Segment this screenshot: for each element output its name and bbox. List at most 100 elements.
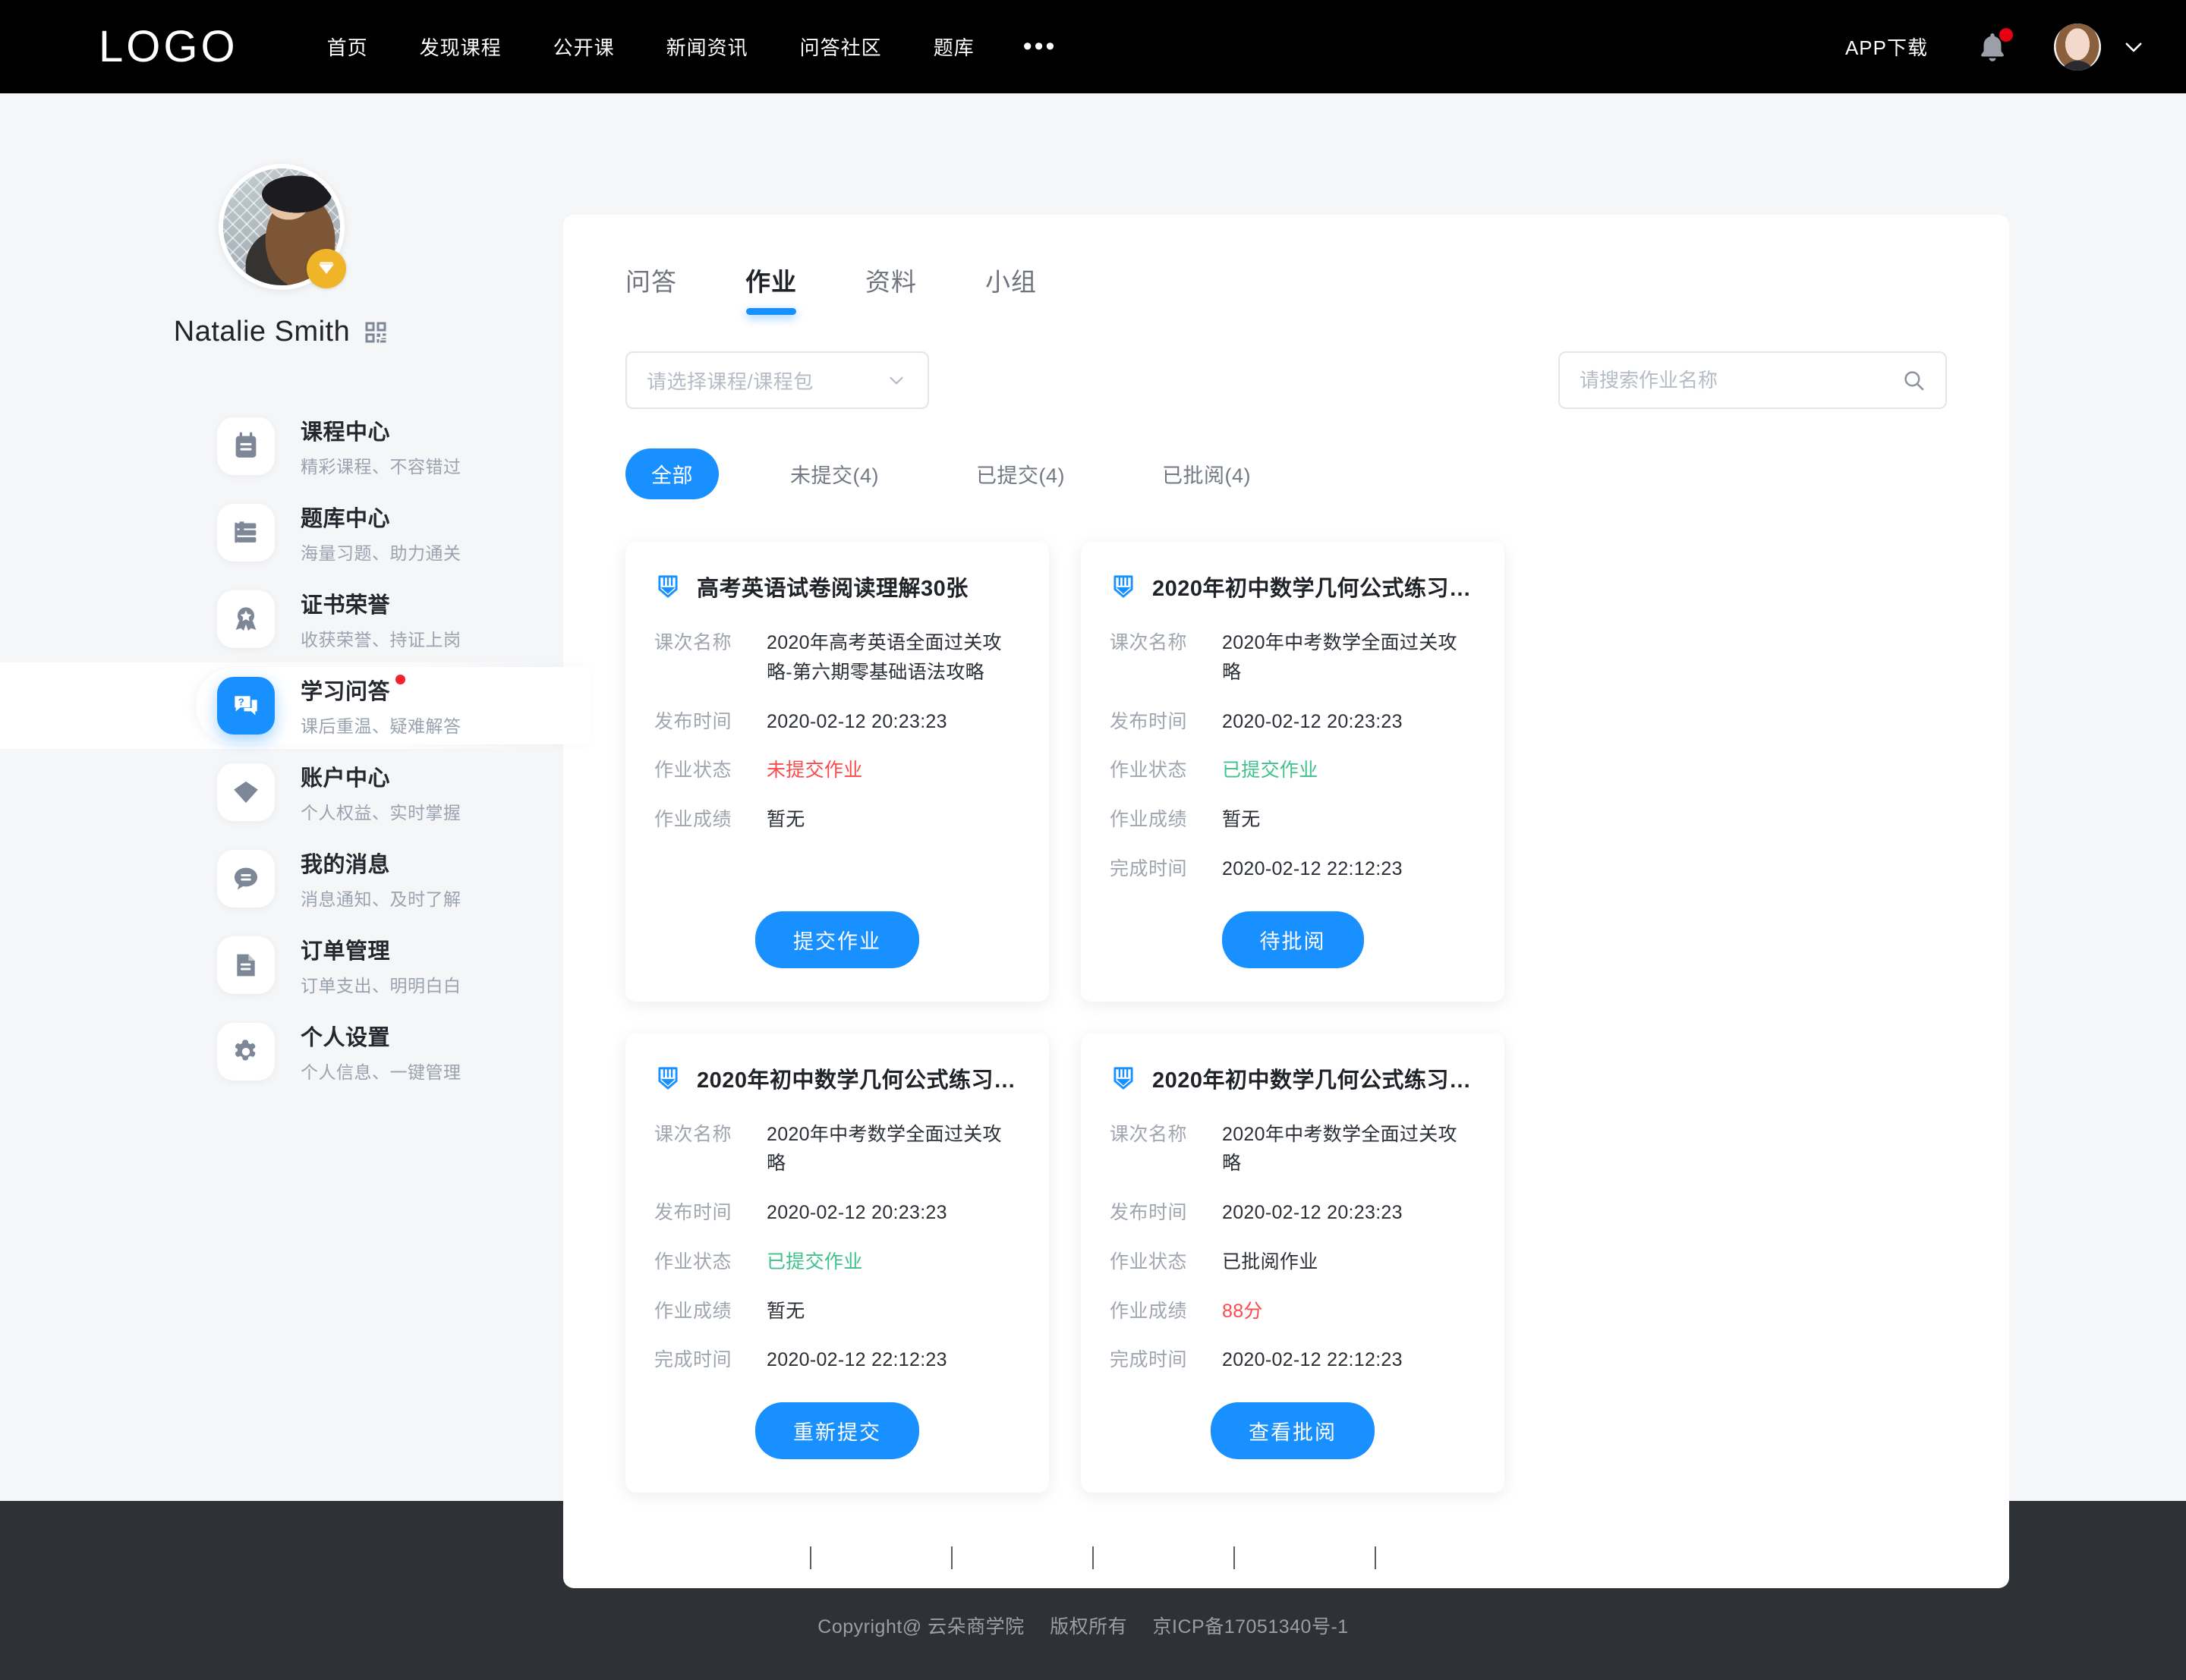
card-action-wrapper: 重新提交: [654, 1402, 1020, 1459]
svg-text:?: ?: [238, 696, 244, 707]
tab-groups[interactable]: 小组: [985, 262, 1037, 315]
nav-item-qa-community[interactable]: 问答社区: [774, 33, 908, 61]
sidebar-item-text: 学习问答 课后重温、疑难解答: [301, 674, 461, 738]
sidebar-item-certificates[interactable]: 证书荣誉 收获荣誉、持证上岗: [0, 576, 563, 662]
row-label: 完成时间: [1110, 857, 1188, 879]
top-navigation-bar: LOGO 首页 发现课程 公开课 新闻资讯 问答社区 题库 ••• APP下载: [0, 0, 2186, 93]
filter-pill-reviewed[interactable]: 已批阅(4): [1136, 448, 1277, 499]
sidebar-item-text: 课程中心 精彩课程、不容错过: [301, 414, 461, 478]
notifications-button[interactable]: [1975, 27, 2013, 64]
sidebar-item-title: 我的消息: [301, 853, 391, 877]
search-box[interactable]: [1558, 351, 1947, 409]
homework-card[interactable]: 高考英语试卷阅读理解30张 课次名称 2020年高考英语全面过关攻略-第六期零基…: [625, 542, 1049, 1002]
nav-item-public-class[interactable]: 公开课: [528, 33, 641, 61]
sidebar-item-order-management[interactable]: 订单管理 订单支出、明明白白: [0, 922, 563, 1008]
tab-homework[interactable]: 作业: [745, 262, 797, 315]
sidebar-icon-wrapper: [217, 1023, 275, 1081]
filter-pill-all[interactable]: 全部: [625, 448, 719, 499]
row-value: 2020年高考英语全面过关攻略-第六期零基础语法攻略: [767, 632, 1002, 683]
row-label: 作业状态: [654, 760, 732, 782]
avatar-image: [2054, 23, 2101, 71]
tab-materials[interactable]: 资料: [865, 262, 917, 315]
card-action-wrapper: 待批阅: [1110, 911, 1476, 968]
nav-more-icon[interactable]: •••: [1000, 33, 1080, 60]
course-select-placeholder: 请选择课程/课程包: [647, 370, 814, 393]
notification-badge: [1999, 27, 2013, 42]
homework-card[interactable]: 2020年初中数学几何公式练习作… 课次名称 2020年中考数学全面过关攻略 发…: [1081, 1033, 1504, 1493]
footer-link-sitemap[interactable]: 网站地图: [953, 1543, 1092, 1572]
app-download-link[interactable]: APP下载: [1845, 33, 1928, 61]
homework-card-grid: 高考英语试卷阅读理解30张 课次名称 2020年高考英语全面过关攻略-第六期零基…: [563, 499, 2009, 1493]
sidebar-item-course-center[interactable]: 课程中心 精彩课程、不容错过: [0, 403, 563, 489]
course-select[interactable]: 请选择课程/课程包: [625, 351, 929, 409]
homework-card[interactable]: 2020年初中数学几何公式练习作… 课次名称 2020年中考数学全面过关攻略 发…: [625, 1033, 1049, 1493]
sidebar-icon-wrapper: [217, 590, 275, 648]
card-title: 高考英语试卷阅读理解30张: [697, 577, 969, 601]
nav-item-home[interactable]: 首页: [301, 33, 394, 61]
tab-qa[interactable]: 问答: [625, 262, 677, 315]
view-review-button[interactable]: 查看批阅: [1211, 1402, 1375, 1459]
card-header: 高考英语试卷阅读理解30张: [654, 571, 1020, 602]
filter-pill-unsubmitted[interactable]: 未提交(4): [764, 448, 905, 499]
sidebar-item-question-bank[interactable]: 题库中心 海量习题、助力通关: [0, 489, 563, 576]
nav-item-question-bank[interactable]: 题库: [908, 33, 1000, 61]
diamond-icon: [234, 781, 258, 804]
row-label: 完成时间: [1110, 1349, 1188, 1371]
filter-bar: 请选择课程/课程包: [563, 315, 2009, 409]
sidebar-item-text: 订单管理 订单支出、明明白白: [301, 933, 461, 997]
bookmark-list-icon: [235, 521, 257, 543]
card-detail-rows: 课次名称 2020年中考数学全面过关攻略 发布时间 2020-02-12 20:…: [1110, 628, 1476, 904]
row-label: 作业成绩: [654, 809, 732, 830]
calendar-icon: [235, 432, 257, 458]
status-badge: 已提交作业: [1222, 760, 1318, 782]
nav-item-courses[interactable]: 发现课程: [394, 33, 528, 61]
footer-icp-text[interactable]: 京ICP备17051340号-1: [1153, 1616, 1349, 1638]
row-label: 发布时间: [1110, 710, 1188, 732]
nav-item-news[interactable]: 新闻资讯: [641, 33, 774, 61]
row-label: 发布时间: [654, 710, 732, 732]
chevron-down-icon: [890, 376, 903, 385]
search-input[interactable]: [1580, 368, 1901, 392]
sidebar-item-account-center[interactable]: 账户中心 个人权益、实时掌握: [0, 749, 563, 835]
homework-card[interactable]: 2020年初中数学几何公式练习作… 课次名称 2020年中考数学全面过关攻略 发…: [1081, 542, 1504, 1002]
footer-link-careers[interactable]: 招贤纳士: [1376, 1543, 1516, 1572]
sidebar-item-learning-qa[interactable]: ? 学习问答 课后重温、疑难解答: [0, 662, 591, 749]
profile-name-row: Natalie Smith: [174, 316, 389, 348]
sidebar-item-new-dot: [395, 675, 406, 684]
sidebar-item-text: 题库中心 海量习题、助力通关: [301, 501, 461, 565]
row-publish-time: 发布时间 2020-02-12 20:23:23: [1110, 707, 1476, 737]
sidebar-item-subtitle: 课后重温、疑难解答: [301, 716, 461, 736]
homework-shield-icon: [1113, 1066, 1133, 1090]
footer-link-franchise[interactable]: 加盟代理: [811, 1543, 951, 1572]
footer-copyright-text: Copyright@ 云朵商学院: [817, 1616, 1025, 1638]
profile-avatar-wrapper[interactable]: [219, 164, 346, 290]
vip-badge: [307, 249, 346, 288]
row-value: 88分: [1222, 1300, 1263, 1322]
sidebar-item-subtitle: 个人权益、实时掌握: [301, 803, 461, 823]
row-label: 作业成绩: [1110, 1300, 1188, 1322]
sidebar-item-personal-settings[interactable]: 个人设置 个人信息、一键管理: [0, 1008, 563, 1095]
user-avatar[interactable]: [2054, 23, 2101, 71]
submit-homework-button[interactable]: 提交作业: [755, 911, 919, 968]
filter-pill-submitted[interactable]: 已提交(4): [950, 448, 1091, 499]
row-publish-time: 发布时间 2020-02-12 20:23:23: [1110, 1198, 1476, 1228]
search-icon[interactable]: [1901, 368, 1926, 392]
footer-link-disclaimer[interactable]: 免责声明: [1235, 1543, 1375, 1572]
row-status: 作业状态 已提交作业: [1110, 756, 1476, 785]
diamond-icon: [319, 262, 334, 274]
sidebar-item-my-messages[interactable]: 我的消息 消息通知、及时了解: [0, 835, 563, 922]
footer-link-partners[interactable]: 合作伙伴: [1094, 1543, 1233, 1572]
footer-link-about[interactable]: 关于我们: [670, 1543, 810, 1572]
user-menu-toggle[interactable]: [2121, 34, 2147, 60]
homework-shield-icon: [658, 1066, 678, 1090]
row-value: 2020-02-12 22:12:23: [767, 1349, 947, 1371]
row-label: 作业状态: [1110, 1251, 1188, 1273]
card-title: 2020年初中数学几何公式练习作…: [1152, 577, 1476, 601]
site-logo[interactable]: LOGO: [99, 24, 238, 69]
sidebar-item-title: 课程中心: [301, 420, 391, 445]
qrcode-icon[interactable]: [362, 319, 389, 346]
card-header: 2020年初中数学几何公式练习作…: [654, 1062, 1020, 1094]
resubmit-button[interactable]: 重新提交: [755, 1402, 919, 1459]
pending-review-button[interactable]: 待批阅: [1221, 911, 1364, 968]
row-score: 作业成绩 暂无: [1110, 805, 1476, 835]
